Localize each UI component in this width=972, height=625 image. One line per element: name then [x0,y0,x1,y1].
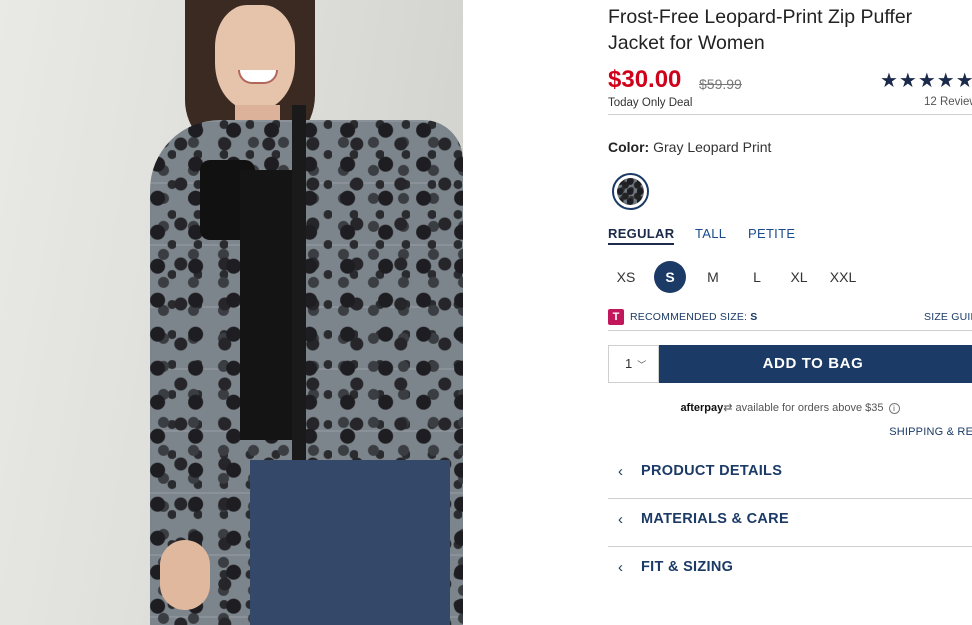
color-swatch[interactable] [612,173,649,210]
tab-petite[interactable]: PETITE [748,226,795,241]
size-selector: XS S M L XL XXL [608,261,972,295]
color-label: Color: [608,139,650,155]
accordion-label: MATERIALS & CARE [641,511,789,527]
sale-price: $30.00 [608,66,682,93]
reviews-link[interactable]: 12 Reviews [924,96,972,108]
afterpay-text: available for orders above $35 [735,402,884,414]
tab-regular[interactable]: REGULAR [608,226,675,245]
chevron-left-icon: ‹ [618,463,623,480]
info-icon[interactable]: i [888,402,900,414]
star-rating-icon[interactable]: ★★★★★ [880,68,972,93]
afterpay-row: afterpay⇄ available for orders above $35… [608,401,972,414]
blue-jeans [250,460,450,625]
quantity-value: 1 [625,356,633,371]
size-option-selected[interactable]: S [654,261,686,293]
size-option[interactable]: XL [783,261,815,293]
afterpay-logo: afterpay [680,402,724,414]
divider [608,330,972,331]
accordion-label: FIT & SIZING [641,559,734,575]
accordion-product-details[interactable]: ‹ PRODUCT DETAILS [608,451,972,499]
true-fit-icon: T [608,309,624,325]
recommended-size-row: T RECOMMENDED SIZE: S SIZE GUIDE [608,308,972,330]
chevron-down-icon: ﹀ [637,360,647,370]
accordion-label: PRODUCT DETAILS [641,463,783,479]
price-row: $30.00 $59.99 Today Only Deal ★★★★★ 12 R… [608,56,972,114]
tab-tall[interactable]: TALL [695,226,726,241]
divider [608,114,972,115]
afterpay-arrow-icon: ⇄ [723,402,733,414]
chevron-left-icon: ‹ [618,511,623,528]
gray-leopard-swatch-icon [617,178,644,205]
deal-label: Today Only Deal [608,97,693,109]
color-value: Gray Leopard Print [653,139,772,155]
product-info-panel: Frost-Free Leopard-Print Zip Puffer Jack… [608,0,972,625]
size-option[interactable]: L [741,261,773,293]
accordion-materials-care[interactable]: ‹ MATERIALS & CARE [608,499,972,547]
fit-tabs: REGULAR TALL PETITE [608,226,972,248]
size-guide-link[interactable]: SIZE GUIDE [924,311,972,323]
product-title: Frost-Free Leopard-Print Zip Puffer Jack… [608,6,913,54]
accordion-fit-sizing[interactable]: ‹ FIT & SIZING [608,547,972,595]
color-line: Color: Gray Leopard Print [608,139,972,155]
recommended-size-label: RECOMMENDED SIZE: [630,311,748,323]
black-shirt [240,170,300,440]
size-option[interactable]: XS [610,261,642,293]
add-to-bag-row: 1 ﹀ ADD TO BAG [608,345,972,385]
original-price: $59.99 [699,76,742,92]
chevron-left-icon: ‹ [618,559,623,576]
model-face [215,5,295,110]
quantity-select[interactable]: 1 ﹀ [608,345,659,383]
add-to-bag-button[interactable]: ADD TO BAG [659,345,972,383]
model-hand [160,540,210,610]
size-option[interactable]: M [697,261,729,293]
details-accordion: ‹ PRODUCT DETAILS ‹ MATERIALS & CARE ‹ F… [608,451,972,595]
product-photo[interactable] [0,0,463,625]
recommended-size[interactable]: RECOMMENDED SIZE: S [630,311,758,323]
recommended-size-value: S [750,311,758,323]
size-option[interactable]: XXL [826,261,860,293]
shipping-returns-link[interactable]: SHIPPING & RETURNS [608,426,972,438]
